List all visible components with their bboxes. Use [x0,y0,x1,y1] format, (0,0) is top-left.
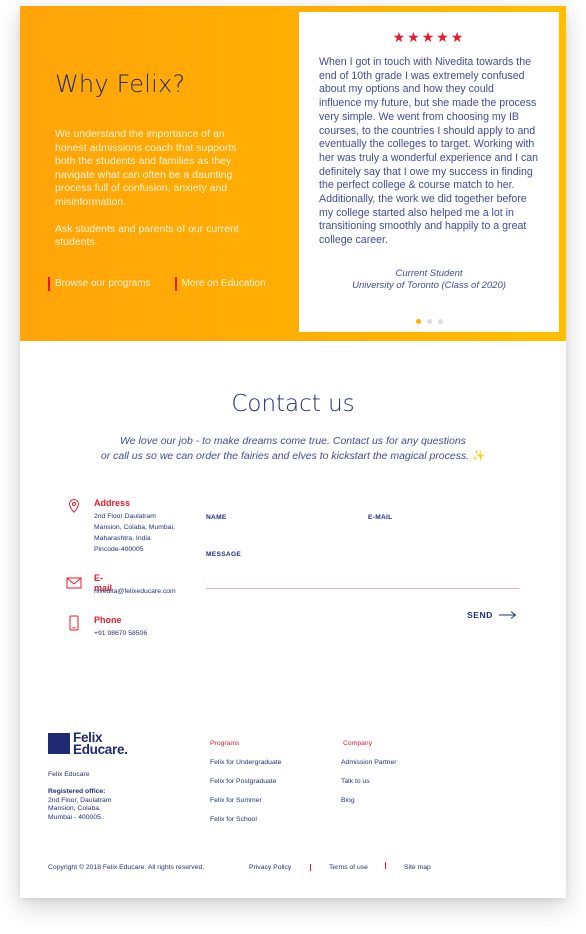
company-heading: Company [343,740,373,747]
address-label: Address [94,498,131,508]
felix-educare-logo[interactable]: Felix Educare. [48,731,128,757]
logo-mark [48,733,70,754]
envelope-icon [66,577,82,589]
hero-body: We understand the importance of an hones… [55,128,255,250]
more-on-education-link[interactable]: More on Education [174,277,266,291]
message-label: MESSAGE [206,551,242,558]
author-school: University of Toronto (Class of 2020) [352,279,506,291]
rating-stars: ★★★★★ [392,30,466,46]
carousel-dot[interactable] [437,319,443,324]
site-map-link[interactable]: Site map [404,864,431,871]
message-input[interactable] [206,562,519,586]
footer-link-school[interactable]: Felix for School [210,816,257,823]
contact-subtitle: We love our job - to make dreams come tr… [20,434,566,464]
carousel-dots [299,319,559,324]
registered-line: 2nd Floor, Daulatram [48,796,112,804]
phone-label: Phone [94,615,122,625]
footer-link-postgraduate[interactable]: Felix for Postgraduate [210,778,277,785]
hero-title: Why Felix? [55,70,186,98]
phone-icon [69,615,79,631]
testimonial-quote: When I got in touch with Nivedita toward… [319,56,539,247]
author-role: Current Student [395,267,463,279]
name-input[interactable] [206,524,356,538]
contact-title: Contact us [231,391,355,417]
browse-programs-link[interactable]: Browse our programs [48,277,151,291]
message-underline [206,588,519,589]
hero-paragraph: We understand the importance of an hones… [55,128,237,208]
location-pin-icon [68,498,80,513]
footer-link-undergraduate[interactable]: Felix for Undergraduate [210,759,281,766]
privacy-policy-link[interactable]: Privacy Policy [249,864,291,871]
hero-paragraph: Ask students and parents of our current … [55,222,239,249]
address-line: Mansion, Colaba, Mumbai, [94,524,175,531]
registered-line: Mumbai - 400005. [48,813,103,821]
contact-subtitle-line: We love our job - to make dreams come tr… [120,435,466,447]
contact-subtitle-text: or call us so we can order the fairies a… [100,450,470,462]
registered-label: Registered office: [48,788,106,795]
why-felix-section: Why Felix? We understand the importance … [20,6,566,341]
email-input[interactable] [368,524,518,538]
company-name: Felix Educare [48,771,90,778]
address-line: Maharashtra, India [94,535,151,542]
copyright: Copyright © 2018 Felix Educare. All righ… [48,864,205,871]
footer-link-summer[interactable]: Felix for Summer [210,797,262,804]
email-value[interactable]: nivedita@felixeducare.com [94,586,204,597]
carousel-dot[interactable] [426,319,432,324]
footer-link-blog[interactable]: Blog [341,797,355,804]
testimonial-card: ★★★★★ When I got in touch with Nivedita … [299,12,559,332]
sparkle-icon: ✨ [472,450,486,462]
address-line: Pincode-400005 [94,546,144,553]
contact-subtitle-line: or call us so we can order the fairies a… [20,449,566,464]
send-button[interactable]: SEND [467,610,517,620]
email-field-label: E-MAIL [368,514,393,521]
arrow-right-icon [498,611,517,619]
name-label: NAME [206,514,227,521]
phone-value[interactable]: +91 98670 58506 [94,628,204,639]
hero-links: Browse our programs More on Education [48,277,266,291]
footer-separator [310,864,311,871]
programs-heading: Programs [210,740,240,747]
terms-of-use-link[interactable]: Terms of use [329,864,368,871]
registered-office: Registered office: 2nd Floor, Daulatram … [48,788,111,822]
footer-link-talk-to-us[interactable]: Talk to us [341,778,370,785]
testimonial-author: Current Student University of Toronto (C… [299,268,559,292]
registered-line: Mansion, Colaba, [48,805,101,812]
send-label: SEND [467,610,493,620]
address-line: 2nd Floor Daulatram [94,513,156,520]
page: Why Felix? We understand the importance … [20,6,566,898]
carousel-dot[interactable] [415,319,421,324]
logo-wordmark: Felix Educare. [73,731,128,757]
address-text: 2nd Floor Daulatram Mansion, Colaba, Mum… [94,511,204,555]
logo-line: Educare. [73,741,128,757]
footer-separator [385,862,386,869]
footer-link-admission-partner[interactable]: Admission Partner [341,759,397,766]
